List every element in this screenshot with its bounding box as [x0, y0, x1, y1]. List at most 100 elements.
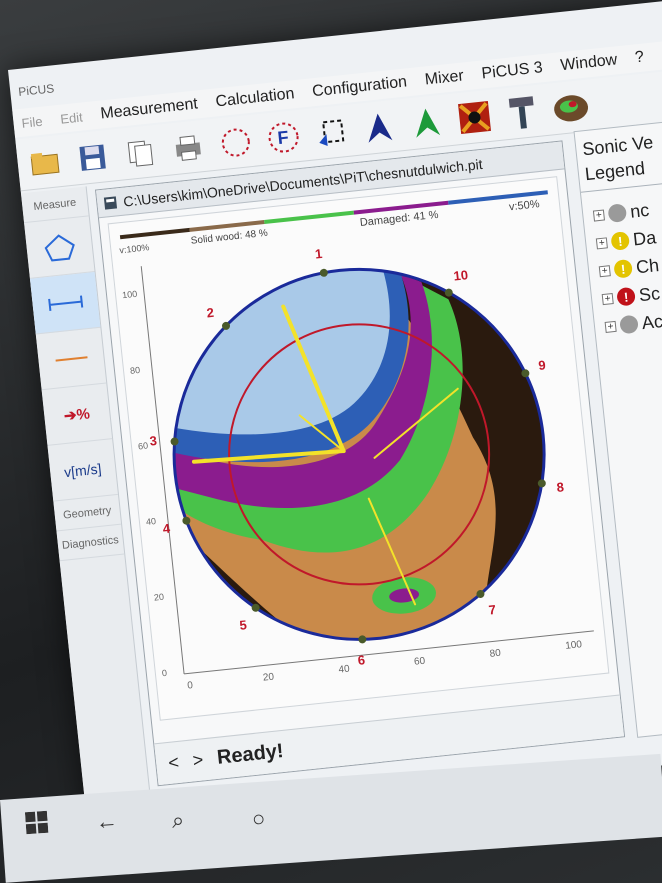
copy-icon: [127, 140, 154, 167]
menu-window[interactable]: Window: [560, 51, 618, 75]
expand-plus-icon[interactable]: +: [598, 264, 611, 277]
legend-item-label: nc: [629, 199, 651, 222]
legend-item-label: Da: [632, 226, 658, 250]
sensor-number: 7: [488, 602, 497, 618]
y-tick-label: 100: [122, 289, 138, 301]
sensor-number: 9: [538, 357, 547, 373]
hammer-button[interactable]: [501, 91, 543, 133]
x-tick-label: 100: [565, 639, 583, 652]
sensor-ring-icon: [221, 128, 250, 157]
north-arrow-green-button[interactable]: [406, 101, 448, 143]
formula-f-icon: F: [268, 122, 299, 153]
svg-text:F: F: [277, 127, 290, 148]
expand-plus-icon[interactable]: +: [604, 320, 617, 333]
menu-help[interactable]: ?: [634, 49, 645, 68]
legend-item-label: Ac: [640, 310, 662, 333]
geometry-button[interactable]: [310, 111, 352, 153]
bar-green-segment: [264, 210, 355, 225]
sensor-number: 4: [162, 521, 172, 537]
distance-button[interactable]: [29, 272, 101, 335]
x-tick-labels: 0 20 40 60 80 100: [187, 639, 583, 691]
expand-plus-icon[interactable]: +: [601, 292, 614, 305]
north-arrow-blue-icon: [368, 113, 393, 143]
sensor-number: 5: [239, 617, 248, 633]
menu-edit[interactable]: Edit: [60, 109, 84, 126]
geometry-arrow-icon: [319, 118, 345, 146]
x-tick-label: 60: [414, 656, 427, 668]
percent-button[interactable]: ➔%: [41, 383, 113, 446]
x-tick-label: 80: [489, 648, 502, 660]
sensor-number: 10: [453, 267, 469, 283]
print-icon: [175, 134, 201, 161]
document-icon: [103, 195, 118, 210]
print-button[interactable]: [167, 126, 209, 168]
grey-dot-icon: [607, 203, 628, 223]
grey-dot-icon: [619, 314, 639, 335]
tab-diagnostics[interactable]: Diagnostics: [56, 524, 125, 562]
folder-icon: [30, 152, 60, 176]
legend-item-label: Ch: [634, 254, 660, 277]
menu-configuration[interactable]: Configuration: [311, 73, 408, 101]
sensor-number: 8: [556, 479, 565, 495]
cortana-circle-icon[interactable]: ○: [251, 806, 266, 833]
menu-file[interactable]: File: [21, 113, 43, 130]
polygon-icon: [44, 233, 75, 262]
sensor-number: 1: [314, 246, 323, 262]
damage-button[interactable]: [454, 96, 496, 138]
back-arrow-icon[interactable]: ←: [95, 808, 119, 835]
y-tick-label: 40: [145, 516, 156, 527]
distance-icon: [47, 295, 83, 311]
x-tick-label: 20: [262, 672, 275, 684]
sensor-number: 3: [149, 433, 158, 449]
status-text: Ready!: [215, 740, 285, 769]
damage-x-icon: [457, 100, 491, 134]
arrow-percent-icon: ➔%: [63, 404, 91, 425]
tomogram-svg: v:100% Solid wood: 48 % Damaged: 41 % v:…: [119, 190, 594, 692]
menu-mixer[interactable]: Mixer: [424, 67, 465, 89]
copy-button[interactable]: [119, 131, 161, 173]
bar-solid-segment: [119, 227, 190, 240]
v-left-label: v:100%: [119, 242, 150, 255]
y-tick-label: 80: [130, 365, 141, 376]
sound-line-button[interactable]: [35, 327, 107, 391]
formula-button[interactable]: F: [263, 116, 305, 158]
solid-wood-label: Solid wood: 48 %: [190, 228, 268, 247]
legend-tree: + nc +! Da +! Ch +! Sc + Ac: [581, 176, 662, 342]
error-red-icon: !: [616, 286, 636, 307]
legend-item-label: Sc: [637, 282, 661, 305]
y-tick-label: 0: [161, 668, 167, 678]
expand-plus-icon[interactable]: +: [595, 236, 608, 249]
sensor-number: 2: [206, 305, 215, 321]
menu-measurement[interactable]: Measurement: [100, 95, 199, 123]
sensor-shape-button[interactable]: [24, 216, 95, 279]
save-icon: [79, 143, 106, 171]
sensors-circle-button[interactable]: [215, 121, 257, 163]
velocity-button[interactable]: v[m/s]: [47, 439, 119, 502]
tomogram-plot[interactable]: v:100% Solid wood: 48 % Damaged: 41 % v:…: [107, 176, 610, 721]
sensor-number: 6: [357, 652, 366, 668]
save-button[interactable]: [72, 136, 114, 178]
v-right-label: v:50%: [508, 198, 540, 213]
screen: PiCUS File Edit Measurement Calculation …: [8, 0, 662, 826]
x-tick-label: 0: [187, 680, 194, 692]
menu-calculation[interactable]: Calculation: [215, 85, 296, 111]
tomogram-3d-button[interactable]: [549, 86, 591, 128]
north-arrow-blue-button[interactable]: [358, 106, 400, 148]
nav-prev-button[interactable]: <: [167, 752, 180, 774]
tomogram-3d-icon: [554, 94, 589, 121]
nav-next-button[interactable]: >: [192, 749, 205, 771]
app-title: PiCUS: [17, 81, 55, 99]
search-icon[interactable]: ⌕: [171, 807, 185, 834]
warning-yellow-icon: !: [613, 258, 634, 279]
warning-yellow-icon: !: [610, 231, 631, 251]
y-tick-label: 60: [138, 440, 149, 451]
north-arrow-green-icon: [416, 108, 441, 138]
y-tick-label: 20: [153, 592, 164, 603]
new-file-button[interactable]: [24, 141, 66, 183]
document-window: C:\Users\kim\OneDrive\Documents\PiT\ches…: [94, 140, 626, 787]
velocity-label: v[m/s]: [63, 459, 103, 480]
windows-start-icon[interactable]: [24, 810, 49, 840]
expand-plus-icon[interactable]: +: [592, 208, 605, 222]
x-tick-label: 40: [338, 664, 351, 676]
menu-picus3[interactable]: PiCUS 3: [481, 59, 544, 83]
